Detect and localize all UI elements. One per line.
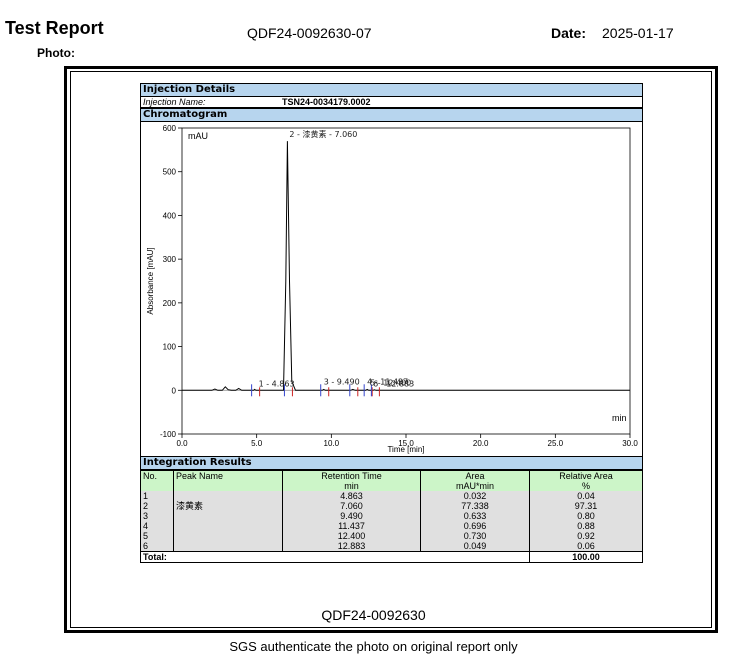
- peak-label: 3 - 9.490: [324, 377, 360, 386]
- unit-label: mAU: [188, 131, 208, 141]
- cell-relative-area: 0.04: [529, 491, 643, 501]
- cell-retention-time: 9.490: [282, 511, 421, 521]
- table-row: 5 12.400 0.730 0.92: [140, 531, 643, 541]
- y-tick-label: 200: [163, 299, 177, 308]
- col-relative-area: Relative Area%: [529, 470, 643, 491]
- x-tick-label: 20.0: [473, 439, 489, 448]
- min-label: min: [612, 413, 627, 423]
- chromatogram-trace: [182, 141, 630, 391]
- cell-relative-area: 0.92: [529, 531, 643, 541]
- col-retention-time: Retention Time min: [282, 470, 421, 491]
- report-title: Test Report: [5, 18, 104, 38]
- date-value: 2025-01-17: [602, 25, 674, 41]
- table-row: 1 4.863 0.032 0.04: [140, 491, 643, 501]
- y-tick-label: 0: [172, 386, 177, 395]
- cell-area: 0.633: [420, 511, 530, 521]
- y-axis-label: Absorbance [mAU]: [146, 247, 155, 314]
- cell-area: 0.730: [420, 531, 530, 541]
- integration-results-header: Integration Results: [140, 456, 643, 470]
- integration-table: No. Peak Name Retention Time min Area mAU*…: [140, 470, 643, 563]
- total-row: Total: 100.00: [140, 551, 643, 563]
- cell-peak-name: [173, 491, 283, 501]
- y-tick-label: 600: [163, 124, 177, 133]
- y-tick-label: 400: [163, 211, 177, 220]
- document-code: QDF24-0092630: [321, 607, 426, 623]
- cell-relative-area: 0.88: [529, 521, 643, 531]
- report-number: QDF24-0092630-07: [247, 25, 372, 41]
- y-tick-label: 100: [163, 343, 177, 352]
- footer-note: SGS authenticate the photo on original r…: [229, 639, 518, 654]
- cell-relative-area: 0.80: [529, 511, 643, 521]
- cell-area: 0.049: [420, 541, 530, 552]
- cell-retention-time: 12.400: [282, 531, 421, 541]
- peak-label: 6 - 12.883: [373, 379, 414, 388]
- cell-no: 1: [140, 491, 174, 501]
- cell-peak-name: [173, 521, 283, 531]
- injection-name-row: Injection Name: TSN24-0034179.0002: [140, 97, 643, 108]
- total-label: Total:: [140, 551, 530, 563]
- cell-peak-name: [173, 511, 283, 521]
- total-value: 100.00: [529, 551, 643, 563]
- cell-relative-area: 97.31: [529, 501, 643, 511]
- x-tick-label: 10.0: [324, 439, 340, 448]
- table-row: 3 9.490 0.633 0.80: [140, 511, 643, 521]
- table-row: 6 12.883 0.049 0.06: [140, 541, 643, 552]
- x-tick-label: 0.0: [176, 439, 188, 448]
- cell-peak-name: 漆黄素: [173, 501, 283, 511]
- date-label: Date:: [551, 25, 587, 41]
- injection-details-header: Injection Details: [140, 83, 643, 97]
- cell-area: 0.032: [420, 491, 530, 501]
- cell-retention-time: 11.437: [282, 521, 421, 531]
- y-tick-label: -100: [160, 430, 177, 439]
- cell-no: 3: [140, 511, 174, 521]
- cell-no: 4: [140, 521, 174, 531]
- cell-relative-area: 0.06: [529, 541, 643, 552]
- injection-name-label: Injection Name:: [143, 97, 206, 107]
- chromatogram-header: Chromatogram: [140, 108, 643, 122]
- cell-area: 77.338: [420, 501, 530, 511]
- cell-retention-time: 4.863: [282, 491, 421, 501]
- table-header-row: No. Peak Name Retention Time min Area mAU*…: [140, 470, 643, 491]
- cell-no: 5: [140, 531, 174, 541]
- cell-area: 0.696: [420, 521, 530, 531]
- x-tick-label: 30.0: [622, 439, 638, 448]
- cell-retention-time: 12.883: [282, 541, 421, 552]
- y-tick-label: 300: [163, 255, 177, 264]
- photo-label: Photo:: [37, 46, 75, 60]
- injection-name-value: TSN24-0034179.0002: [282, 97, 371, 107]
- table-row: 2 漆黄素 7.060 77.338 97.31: [140, 501, 643, 511]
- cell-peak-name: [173, 531, 283, 541]
- peak-label: 2 - 漆黄素 - 7.060: [289, 129, 357, 139]
- cell-peak-name: [173, 541, 283, 552]
- peak-label: 1 - 4.863: [259, 379, 295, 388]
- col-peak-name: Peak Name: [173, 470, 283, 491]
- y-tick-label: 500: [163, 168, 177, 177]
- col-no: No.: [140, 470, 174, 491]
- chromatogram-chart: -1000100200300400500600 0.0 5.0 10.0 15.0 20…: [146, 124, 638, 454]
- cell-no: 6: [140, 541, 174, 552]
- table-row: 4 11.437 0.696 0.88: [140, 521, 643, 531]
- col-area: Area mAU*min: [420, 470, 530, 491]
- x-tick-label: 5.0: [251, 439, 263, 448]
- x-tick-label: 25.0: [548, 439, 564, 448]
- cell-retention-time: 7.060: [282, 501, 421, 511]
- x-axis-label: Time [min]: [387, 445, 424, 454]
- cell-no: 2: [140, 501, 174, 511]
